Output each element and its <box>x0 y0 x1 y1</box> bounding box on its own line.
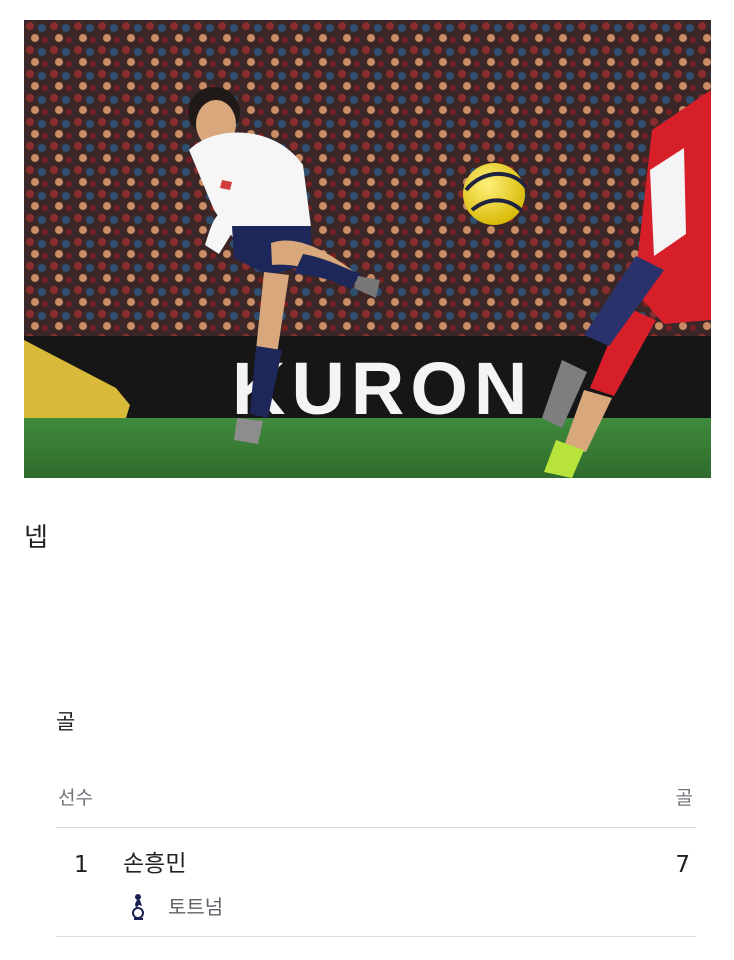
football-kick-image: KURON <box>24 20 711 478</box>
player-rank: 1 <box>74 852 89 878</box>
player-column-header: 선수 <box>58 787 93 809</box>
team-info: 토트넘 <box>130 892 223 922</box>
pitch <box>24 418 711 478</box>
team-crest-icon <box>132 894 144 920</box>
goals-column-header: 골 <box>675 787 693 809</box>
player-name[interactable]: 손흥민 <box>123 848 186 880</box>
goals-value: 7 <box>675 852 690 878</box>
match-photo: KURON <box>24 20 711 478</box>
stats-table-header: 선수 골 <box>58 784 695 812</box>
table-divider <box>56 936 696 937</box>
table-row[interactable]: 1 손흥민 토트넘 7 <box>56 832 696 936</box>
table-divider <box>56 827 696 828</box>
stats-section-title: 골 <box>56 710 76 734</box>
team-name: 토트넘 <box>168 895 224 919</box>
caption-text: 넵 <box>24 523 48 553</box>
